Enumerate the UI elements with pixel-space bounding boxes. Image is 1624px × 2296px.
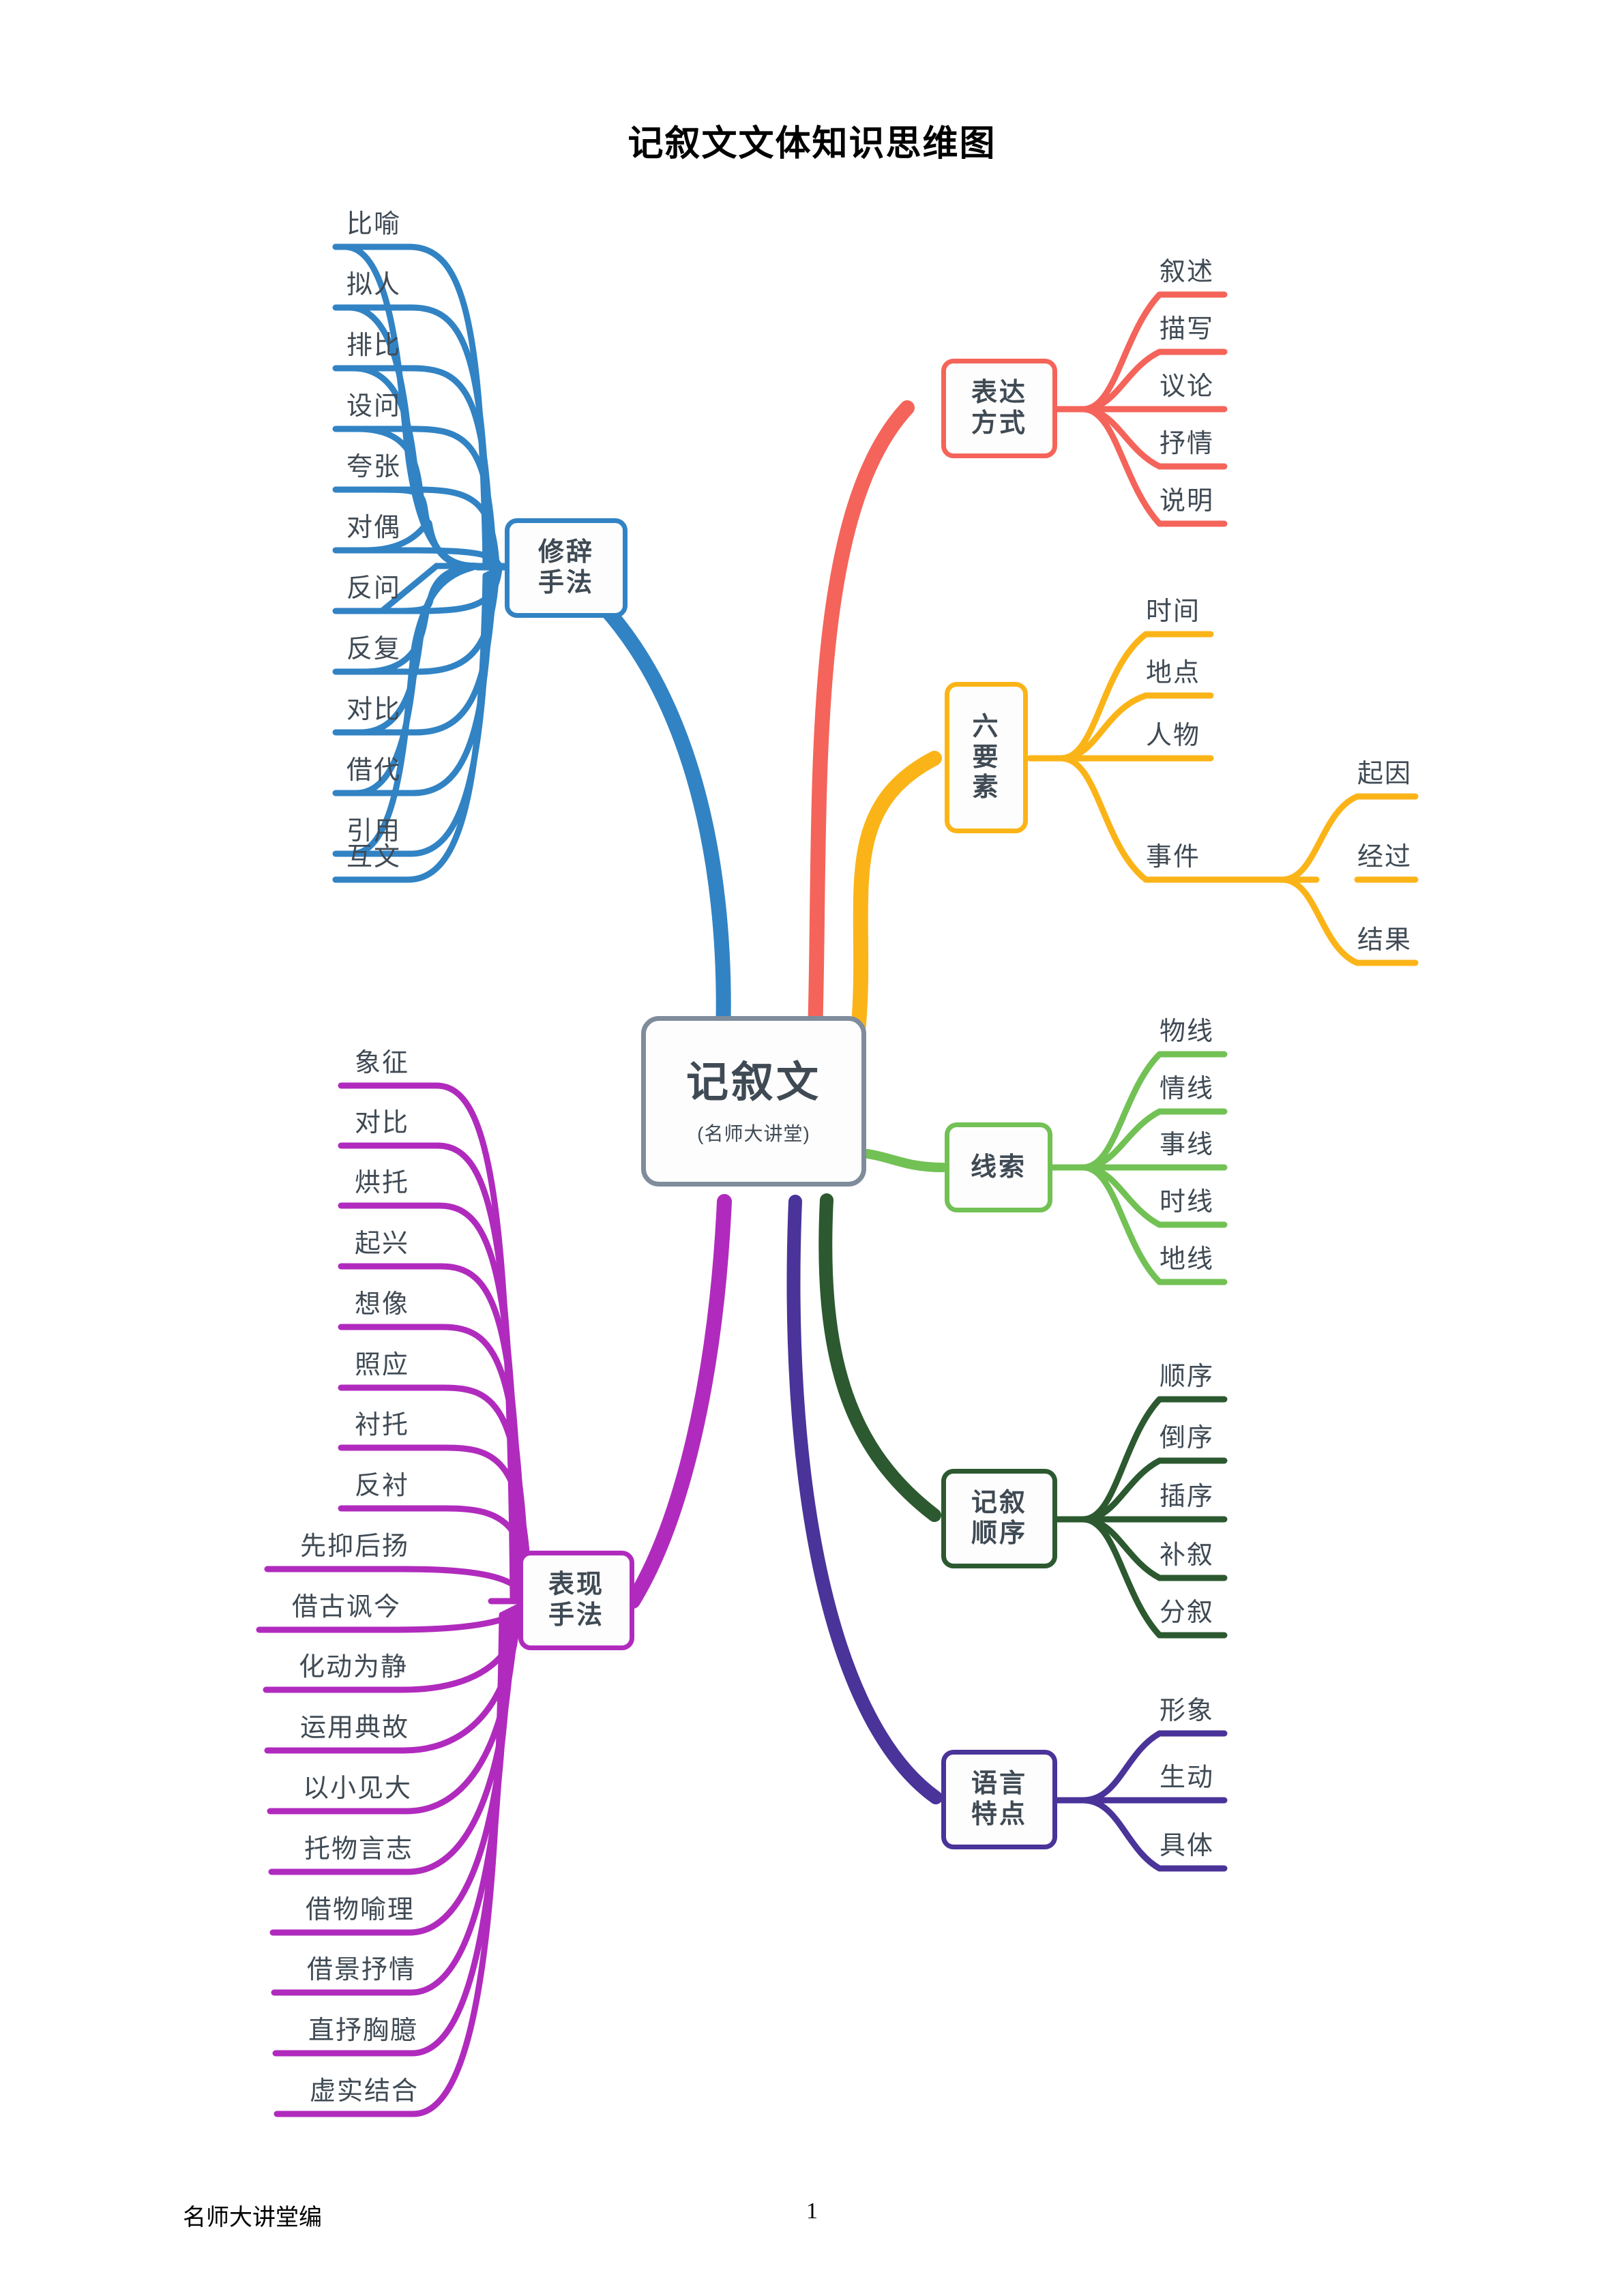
leaf-label[interactable]: 借代	[237, 758, 401, 784]
leaf-label[interactable]: 起兴	[218, 1231, 409, 1257]
branch-node-jixushunxu[interactable]: 记叙 顺序	[941, 1469, 1057, 1568]
leaf-label[interactable]: 衬托	[218, 1412, 409, 1438]
leaf-label[interactable]: 虚实结合	[136, 2078, 419, 2104]
leaf-label[interactable]: 托物言志	[136, 1836, 413, 1862]
leaf-label[interactable]: 叙述	[1160, 259, 1214, 285]
leaf-label[interactable]: 形象	[1160, 1698, 1214, 1724]
central-node-label: 记叙文	[685, 1058, 821, 1106]
leaf-label[interactable]: 起因	[1357, 761, 1412, 787]
leaf-label[interactable]: 物线	[1160, 1019, 1214, 1045]
leaf-label[interactable]: 拟人	[237, 272, 401, 298]
leaf-label[interactable]: 反问	[237, 576, 401, 601]
leaf-label[interactable]: 对比	[237, 697, 401, 723]
leaf-label[interactable]: 补叙	[1160, 1542, 1214, 1568]
branch-label-line1: 六	[972, 712, 1001, 741]
leaf-label[interactable]: 议论	[1160, 374, 1214, 400]
leaf-label[interactable]: 照应	[218, 1352, 409, 1378]
leaf-label[interactable]: 直抒胸臆	[136, 2018, 417, 2044]
branch-node-yuyantedian[interactable]: 语言 特点	[941, 1750, 1057, 1849]
branch-node-biaoxianshoufa[interactable]: 表现 手法	[518, 1551, 634, 1650]
leaf-label[interactable]: 生动	[1160, 1765, 1214, 1791]
leaf-label[interactable]: 描写	[1160, 316, 1214, 342]
branch-label-line1: 修辞	[537, 538, 594, 567]
leaf-label[interactable]: 插序	[1160, 1484, 1214, 1510]
branch-label-line1: 语言	[971, 1770, 1027, 1799]
branch-label-line3: 素	[972, 773, 1001, 803]
branch-label-line1: 记叙	[971, 1489, 1027, 1518]
leaf-label[interactable]: 借物喻理	[136, 1897, 415, 1923]
leaf-label[interactable]: 地点	[1146, 660, 1200, 686]
leaf-label[interactable]: 对比	[218, 1110, 409, 1136]
leaf-label[interactable]: 借古讽今	[136, 1594, 401, 1620]
leaf-label[interactable]: 反复	[237, 636, 401, 662]
leaf-label[interactable]: 具体	[1160, 1833, 1214, 1859]
leaf-label[interactable]: 事线	[1160, 1132, 1214, 1158]
leaf-label[interactable]: 时间	[1146, 599, 1200, 625]
leaf-label[interactable]: 排比	[237, 333, 401, 359]
branch-label-line2: 方式	[971, 409, 1027, 438]
branch-label-line1: 表达	[971, 378, 1027, 408]
leaf-label[interactable]: 互文	[237, 844, 401, 870]
leaf-label[interactable]: 先抑后扬	[136, 1534, 409, 1560]
leaf-label[interactable]: 说明	[1160, 488, 1214, 514]
leaf-label[interactable]: 人物	[1146, 723, 1200, 749]
leaf-label[interactable]: 比喻	[237, 211, 401, 237]
leaf-label[interactable]: 地线	[1160, 1247, 1214, 1272]
page-number: 1	[806, 2198, 818, 2224]
leaf-label[interactable]: 情线	[1160, 1076, 1214, 1102]
leaf-label[interactable]: 设问	[237, 393, 401, 419]
leaf-label[interactable]: 以小见大	[136, 1776, 412, 1802]
branch-label-line1: 线索	[970, 1152, 1027, 1182]
leaf-label[interactable]: 倒序	[1160, 1425, 1214, 1451]
leaf-label[interactable]: 烘托	[218, 1170, 409, 1196]
leaf-label[interactable]: 抒情	[1160, 431, 1214, 457]
leaf-label[interactable]: 想像	[218, 1292, 409, 1317]
leaf-label[interactable]: 夸张	[237, 454, 401, 480]
branch-label-line1: 表现	[548, 1570, 604, 1600]
leaf-label[interactable]: 引用	[237, 818, 401, 844]
leaf-label[interactable]: 分叙	[1160, 1600, 1214, 1626]
leaf-label[interactable]: 借景抒情	[136, 1957, 416, 1983]
leaf-label[interactable]: 对偶	[237, 515, 401, 541]
central-node-sublabel: (名师大讲堂)	[697, 1123, 810, 1145]
leaf-label[interactable]: 反衬	[218, 1473, 409, 1499]
leaf-label[interactable]: 化动为静	[136, 1654, 408, 1680]
leaf-label[interactable]: 经过	[1357, 844, 1412, 870]
leaf-label[interactable]: 时线	[1160, 1189, 1214, 1215]
leaf-label[interactable]: 事件	[1146, 844, 1200, 870]
branch-label-line2: 顺序	[971, 1519, 1027, 1548]
leaf-label[interactable]: 结果	[1357, 927, 1412, 953]
branch-node-xiucishoufa[interactable]: 修辞 手法	[505, 518, 628, 618]
leaf-label[interactable]: 顺序	[1160, 1364, 1214, 1390]
leaf-label[interactable]: 运用典故	[136, 1715, 409, 1741]
branch-node-liuyaosu[interactable]: 六 要 素	[945, 682, 1028, 833]
branch-node-xiansuo[interactable]: 线索	[945, 1122, 1052, 1212]
branch-node-biaodafangshi[interactable]: 表达 方式	[941, 359, 1057, 458]
branch-label-line2: 手法	[548, 1601, 604, 1630]
leaf-label[interactable]: 象征	[218, 1050, 409, 1076]
branch-label-line2: 要	[972, 743, 1001, 772]
central-node[interactable]: 记叙文 (名师大讲堂)	[641, 1016, 866, 1187]
branch-label-line2: 手法	[537, 569, 594, 597]
mindmap-canvas: 记叙文文体知识思维图 记叙文 (名师大讲堂) 修辞 手法 表达 方式 六 要 素…	[0, 0, 1624, 2296]
branch-label-line2: 特点	[971, 1800, 1027, 1829]
